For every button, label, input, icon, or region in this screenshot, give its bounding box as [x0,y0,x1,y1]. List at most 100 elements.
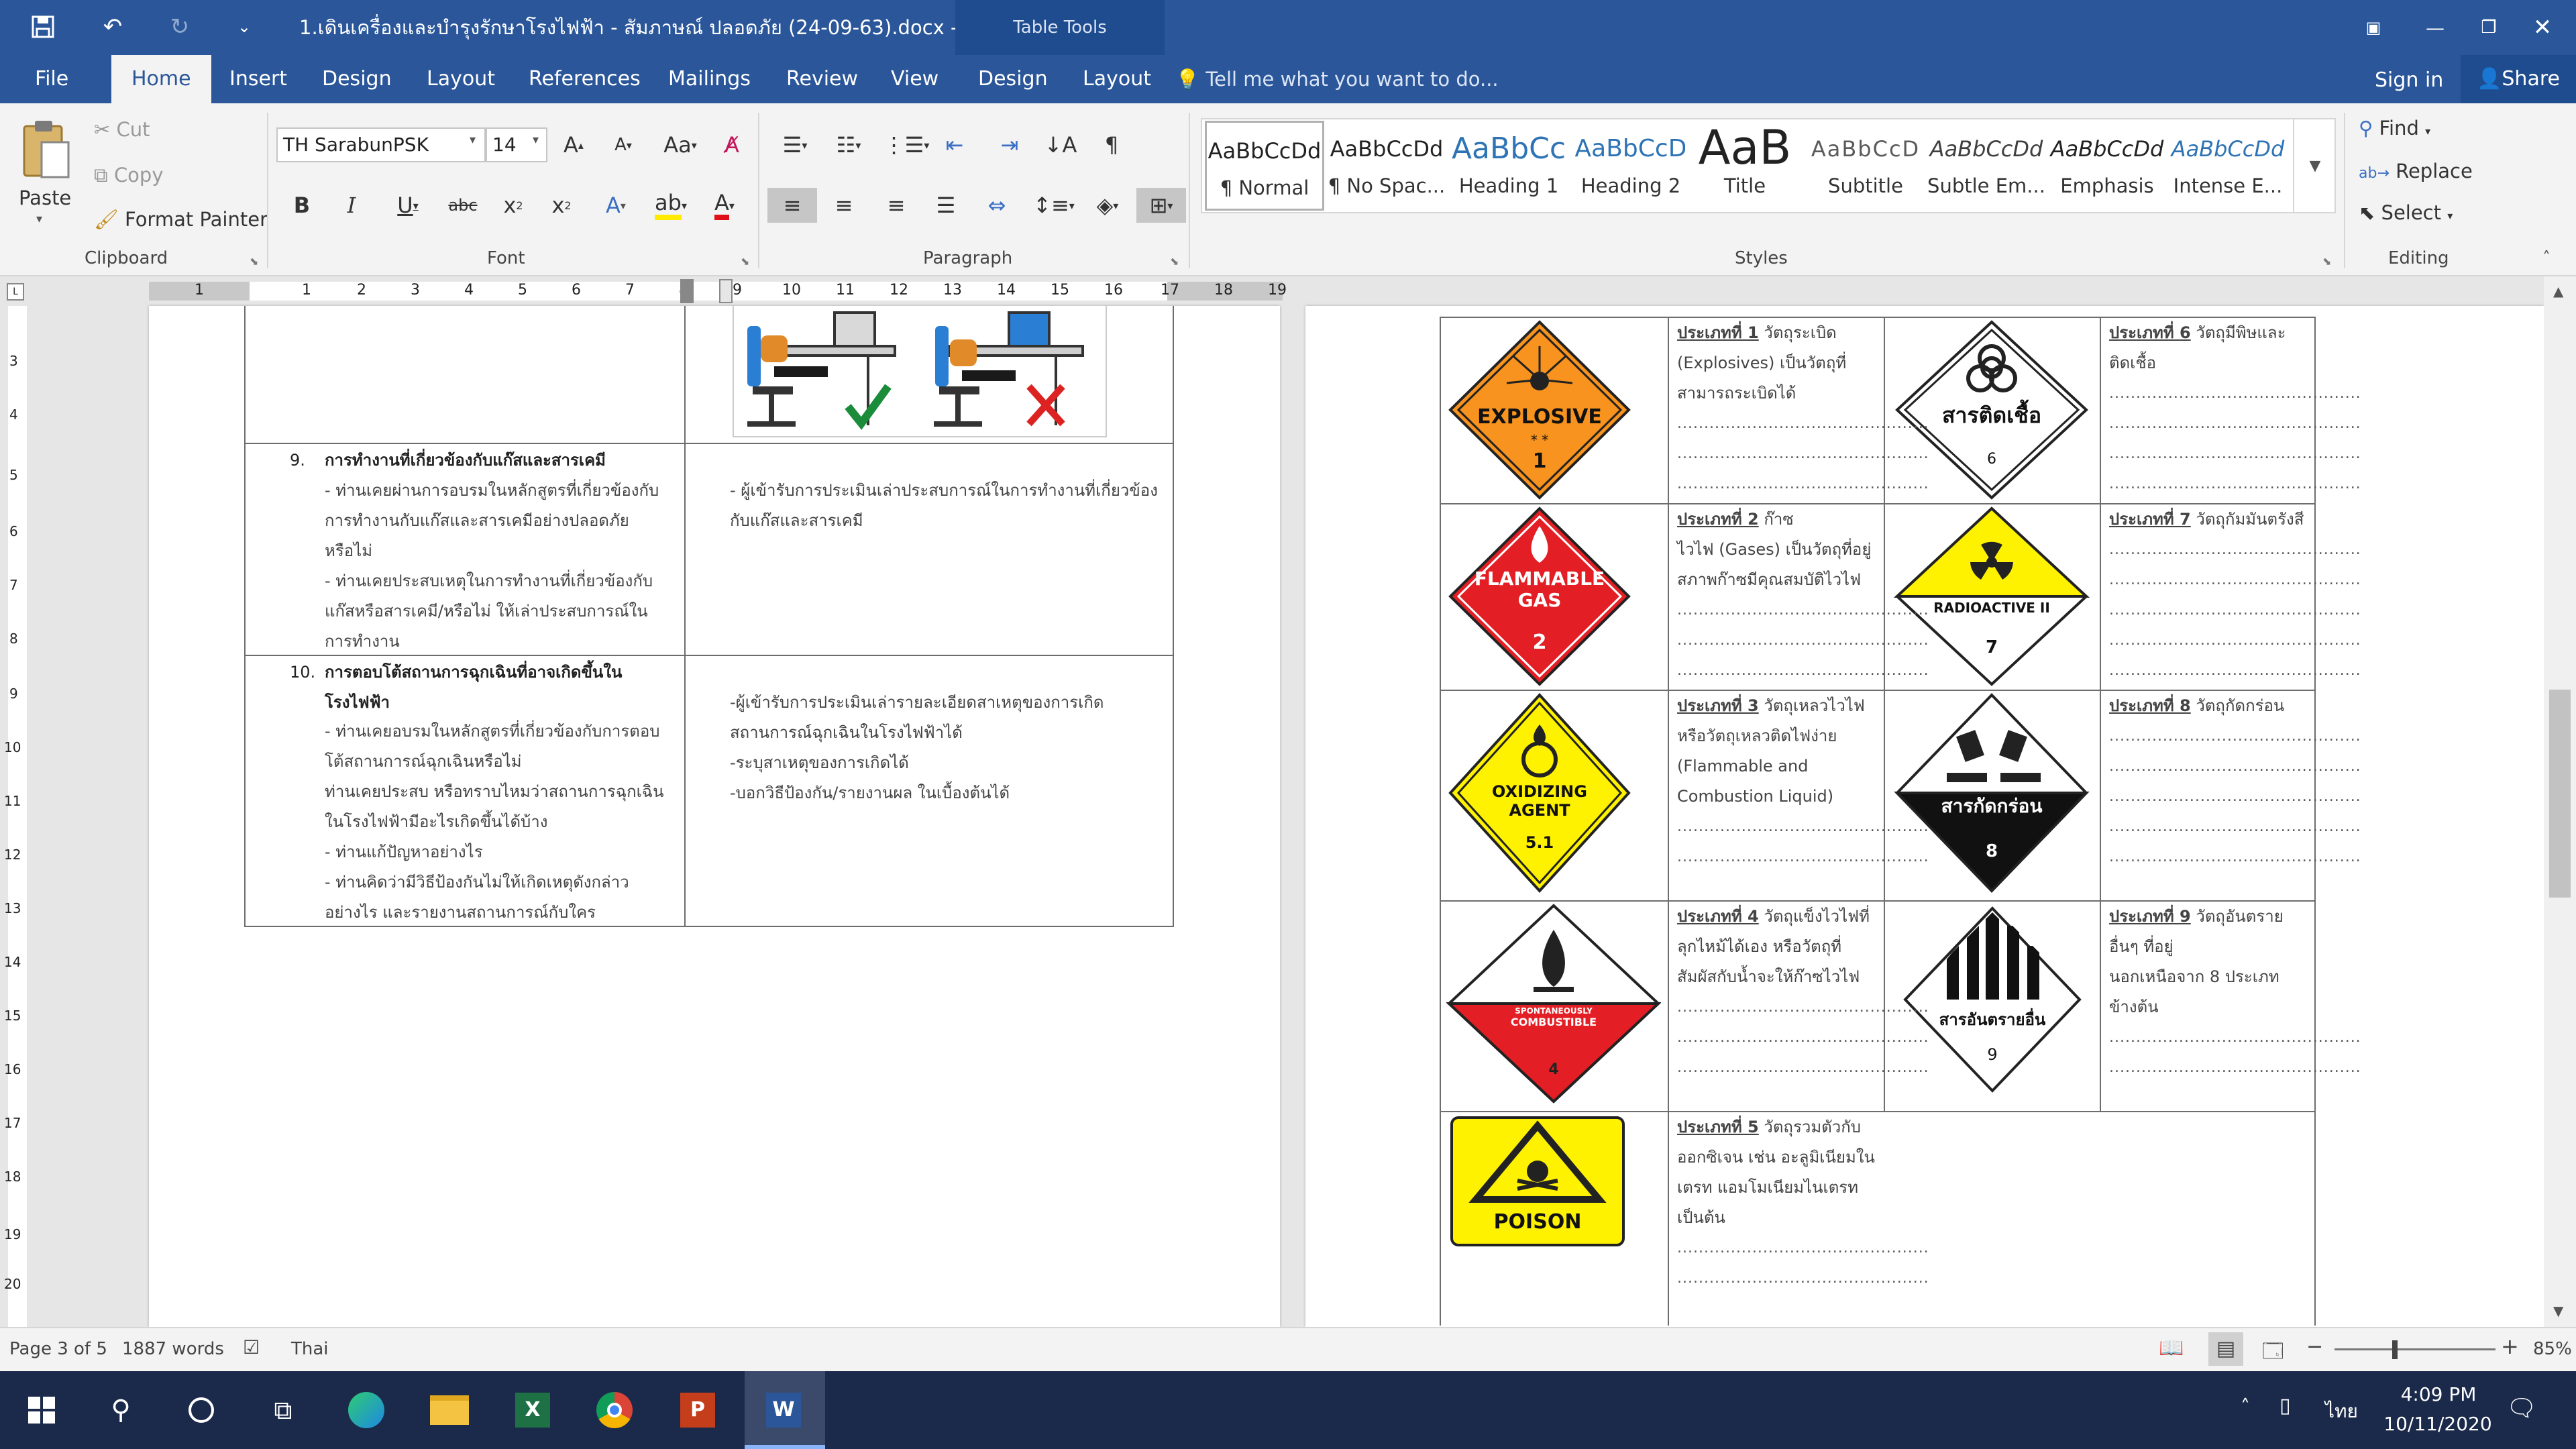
font-name-box[interactable]: TH SarabunPSK [276,127,486,162]
scroll-up-icon[interactable]: ▲ [2553,283,2563,299]
powerpoint-icon[interactable]: P [671,1383,724,1437]
font-color-icon[interactable]: A ▾ [703,188,746,223]
grow-font-icon[interactable]: A ▴ [557,127,590,162]
language-indicator[interactable]: Thai [291,1339,329,1359]
zoom-slider[interactable] [2334,1348,2496,1350]
styles-launcher-icon[interactable]: ⬊ [2322,255,2331,268]
clock-date[interactable]: 10/11/2020 [2377,1413,2498,1435]
style-title[interactable]: AaB Title [1685,121,1805,211]
find-button[interactable]: ⚲ Find ▾ [2359,117,2430,140]
indent-marker[interactable] [719,279,733,303]
chrome-icon[interactable] [588,1383,641,1437]
word-count[interactable]: 1887 words [122,1339,224,1359]
restore-button[interactable]: ❐ [2463,0,2514,55]
page-count[interactable]: Page 3 of 5 [9,1339,107,1359]
show-formatting-marks-icon[interactable]: ¶ [1095,127,1128,162]
bullets-icon[interactable]: ☰ ▾ [771,127,818,162]
paste-button[interactable]: Paste [19,186,71,209]
edge-icon[interactable] [339,1383,393,1437]
task-view-icon[interactable]: ⧉ [256,1383,310,1437]
justify-icon[interactable]: ☰ [928,188,963,223]
style-subtle-emphasis[interactable]: AaBbCcDd Subtle Em... [1927,121,2046,211]
read-mode-icon[interactable]: 📖 [2159,1336,2184,1360]
ribbon-display-options-icon[interactable]: ▣ [2348,0,2399,55]
bold-icon[interactable]: B [287,188,317,223]
tab-table-layout[interactable]: Layout [1063,55,1171,103]
sign-in-link[interactable]: Sign in [2375,55,2443,103]
tab-insert[interactable]: Insert [209,55,307,103]
tab-review[interactable]: Review [766,55,878,103]
left-page[interactable] [149,306,1280,1327]
notifications-icon[interactable]: 🗨 [2506,1394,2537,1422]
customize-qat-icon[interactable]: ⌄ [225,8,263,46]
style-heading-1[interactable]: AaBbCc Heading 1 [1449,121,1568,211]
paste-dropdown-icon[interactable]: ▾ [36,212,42,226]
strikethrough-icon[interactable]: abc [445,188,480,223]
tab-home[interactable]: Home [111,55,211,103]
tab-mailings[interactable]: Mailings [648,55,771,103]
text-effects-icon[interactable]: A ▾ [596,188,636,223]
style-emphasis[interactable]: AaBbCcDd Emphasis [2047,121,2167,211]
zoom-out-icon[interactable]: − [2306,1335,2323,1358]
windows-start-icon[interactable] [15,1383,68,1437]
cut-button[interactable]: ✂ Cut [94,118,150,141]
paragraph-launcher-icon[interactable]: ⬊ [1170,255,1179,268]
font-size-dropdown-icon[interactable]: ▾ [533,133,539,147]
align-center-icon[interactable]: ≡ [826,188,861,223]
decrease-indent-icon[interactable]: ⇤ [938,127,971,162]
web-layout-icon[interactable]: 🗔 [2262,1336,2284,1371]
select-button[interactable]: ⬉ Select ▾ [2359,201,2453,224]
tab-design[interactable]: Design [302,55,412,103]
column-marker[interactable] [680,279,694,303]
minimize-button[interactable]: — [2410,0,2461,55]
align-left-icon[interactable]: ≡ [767,188,817,223]
replace-button[interactable]: ab→ Replace [2359,160,2473,182]
share-button[interactable]: 👤Share [2461,55,2576,103]
save-icon[interactable] [24,8,62,46]
cortana-icon[interactable] [174,1383,228,1437]
file-explorer-icon[interactable] [423,1383,476,1437]
shrink-font-icon[interactable]: A ▾ [606,127,640,162]
borders-icon[interactable]: ⊞ ▾ [1136,188,1186,223]
tab-view[interactable]: View [871,55,959,103]
horizontal-ruler[interactable]: L 1 1 2 3 4 5 6 7 8 9 10 11 12 13 14 15 … [0,276,2576,306]
proofing-icon[interactable]: ☑ [243,1336,260,1358]
redo-icon[interactable]: ↻ [161,8,199,46]
sort-icon[interactable]: ↓A [1044,127,1077,162]
vertical-scrollbar[interactable]: ▲ ▼ [2544,276,2576,1327]
search-icon[interactable]: ⚲ [94,1383,148,1437]
font-name-dropdown-icon[interactable]: ▾ [470,133,476,147]
tab-references[interactable]: References [508,55,661,103]
styles-more-icon[interactable]: ▼ [2293,118,2336,213]
scroll-down-icon[interactable]: ▼ [2553,1303,2563,1319]
numbering-icon[interactable]: ☷ ▾ [825,127,872,162]
tab-layout[interactable]: Layout [407,55,515,103]
copy-button[interactable]: ⧉ Copy [94,164,164,187]
scroll-thumb[interactable] [2549,690,2571,898]
tell-me-box[interactable]: 💡 Tell me what you want to do... [1175,55,1499,103]
underline-icon[interactable]: U ▾ [386,188,429,223]
multilevel-list-icon[interactable]: ⋮☰ ▾ [883,127,930,162]
collapse-ribbon-icon[interactable]: ˄ [2542,248,2551,267]
tab-table-design[interactable]: Design [958,55,1068,103]
show-hidden-icons-icon[interactable]: ˄ [2241,1395,2250,1417]
style-no-spacing[interactable]: AaBbCcDd ¶ No Spac... [1327,121,1446,211]
superscript-icon[interactable]: x2 [545,188,578,223]
shading-icon[interactable]: ◈ ▾ [1084,188,1131,223]
print-layout-icon[interactable]: ▤ [2208,1332,2243,1366]
excel-icon[interactable]: X [506,1383,559,1437]
increase-indent-icon[interactable]: ⇥ [993,127,1026,162]
clock-time[interactable]: 4:09 PM [2388,1383,2489,1405]
format-painter-button[interactable]: 🖌 Format Painter [94,208,268,231]
style-heading-2[interactable]: AaBbCcD Heading 2 [1571,121,1690,211]
distributed-icon[interactable]: ⇔ [979,188,1014,223]
style-subtitle[interactable]: AaBbCcD Subtitle [1806,121,1925,211]
undo-icon[interactable]: ↶ [94,8,131,46]
align-right-icon[interactable]: ≡ [879,188,914,223]
line-spacing-icon[interactable]: ↕≡ ▾ [1030,188,1077,223]
zoom-in-icon[interactable]: + [2501,1334,2519,1359]
font-launcher-icon[interactable]: ⬊ [741,255,749,268]
paste-icon[interactable] [19,117,72,184]
change-case-icon[interactable]: Aa ▾ [660,127,700,162]
style-normal[interactable]: AaBbCcDd ¶ Normal [1205,121,1324,211]
